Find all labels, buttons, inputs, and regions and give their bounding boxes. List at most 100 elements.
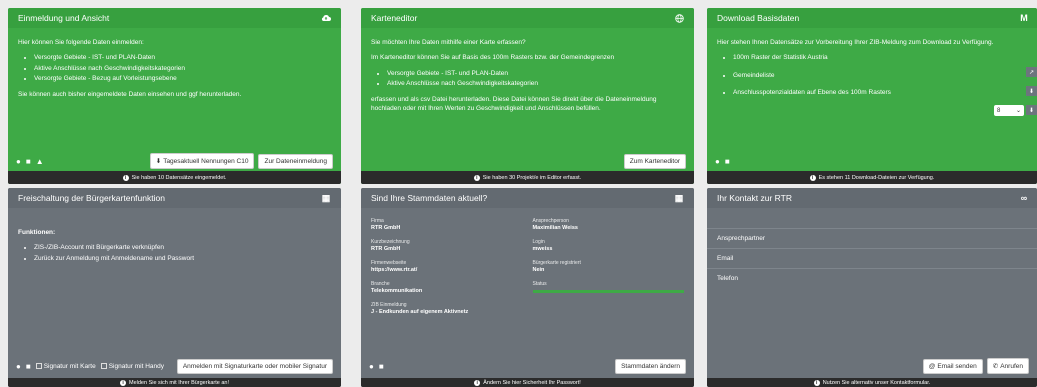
footer-icons: ● ■ [715,157,730,166]
info-icon: i [809,174,816,181]
card-title: Einmeldung und Ansicht [18,13,110,23]
card-footer: ● ■ Stammdaten ändern [361,356,694,376]
card-body: Funktionen: ZIS-/ZIB-Account mit Bürgerk… [8,208,341,263]
field-zib-einmeldung: ZIB Einmeldung J - Endkunden auf eigenem… [371,302,684,315]
status-text: Sie haben 30 Projekt/e im Editor erfasst… [482,174,582,181]
card-body: Hier können Sie folgende Daten einmelden… [8,28,341,99]
card-header: Einmeldung und Ansicht [8,8,341,28]
status-text: Sie haben 10 Datensätze eingemeldet. [131,174,227,181]
field-login: Login mweiss [533,239,685,252]
field-value: RTR GmbH [371,225,401,231]
anrufen-button[interactable]: ✆ Anrufen [986,358,1029,374]
functions-list: ZIS-/ZIB-Account mit Bürgerkarte verknüp… [18,243,331,263]
card-title: Karteneditor [371,13,418,23]
contact-row: Email [707,248,1037,268]
intro-text: Hier stehen Ihnen Datensätze zur Vorbere… [717,39,994,46]
field-ansprechperson: Ansprechperson Maximilian Weiss [533,218,685,231]
field-label: Bürgerkarte registriert [532,260,581,266]
field-label: ZIB Einmeldung [371,302,407,308]
card-title: Download Basisdaten [717,13,800,23]
info-icon: i [813,379,820,386]
info-icon: i [474,379,481,386]
signatur-login-button[interactable]: Anmelden mit Signaturkarte oder mobiler … [176,358,333,374]
download-anschlusspotenzial-button[interactable]: ⬇ [1026,105,1037,115]
raster-select[interactable]: 8 ⌄ [994,105,1024,116]
external-link-button[interactable]: ↗ [1026,67,1037,77]
dateneinmeldung-button[interactable]: Zur Dateneinmeldung [258,153,333,169]
signatur-handy-image: Signatur mit Handy [100,362,164,370]
info-icon: i [122,174,129,181]
lock-icon: ▲ [35,156,44,166]
field-label: Firma [371,218,384,224]
card-stammdaten: Sind Ihre Stammdaten aktuell? ▦ Firma RT… [361,188,694,387]
field-value: Nein [532,267,545,273]
field-label: Status [532,281,547,287]
signatur-karte-image: Signatur mit Karte [35,362,96,370]
feature-list: Versorgte Gebiete - IST- und PLAN-Daten … [371,69,684,89]
card-body: Hier stehen Ihnen Datensätze zur Vorbere… [707,28,1037,98]
id-card-icon: ■ [724,156,730,166]
button-label: Anrufen [1000,362,1023,370]
field-label: Kurzbezeichnung [371,239,410,245]
footer-icons: ● ■ Signatur mit Karte Signatur mit Hand… [16,362,164,371]
chevron-down-icon: ⌄ [1015,108,1021,114]
list-item: 100m Raster der Statistik Austria [733,53,1027,62]
intro-text: Hier können Sie folgende Daten einmelden… [18,39,144,46]
card-header: Karteneditor [361,8,694,28]
globe-icon [674,13,684,23]
status-indicator [532,290,684,293]
outro-text: erfassen und als csv Datei herunterladen… [371,95,657,113]
info-icon: i [120,379,127,386]
card-footer: ● ■ ▲ ⬇ Tagesaktuell Nennungen C10 Zur D… [8,151,341,171]
status-bar: i Sie haben 30 Projekt/e im Editor erfas… [361,171,694,184]
stammdaten-aendern-button[interactable]: Stammdaten ändern [615,358,686,374]
card-kontakt: Ihr Kontakt zur RTR ∞ Ansprechpartner Em… [707,188,1037,387]
button-label: Tagesaktuell Nennungen C10 [163,157,249,165]
karteneditor-button[interactable]: Zum Karteneditor [623,153,686,169]
field-value: mweiss [532,246,553,252]
field-branche: Branche Telekommunikation [371,281,523,294]
broken-image-icon [35,363,42,369]
image-alt-text: Signatur mit Handy [108,362,164,370]
list-item: Versorgte Gebiete - IST- und PLAN-Daten [387,69,684,78]
image-alt-text: Signatur mit Karte [43,362,96,370]
card-karteneditor: Karteneditor Sie möchten Ihre Daten mith… [361,8,694,184]
intro-text-2: Im Karteneditor können Sie auf Basis des… [371,54,615,62]
download-gemeindeliste-button[interactable]: ⬇ [1026,86,1037,96]
field-kurzbezeichnung: Kurzbezeichnung RTR GmbH [371,239,523,252]
field-firma: Firma RTR GmbH [371,218,523,231]
footer-icons: ● ■ ▲ [16,157,44,166]
status-bar: i Ändern Sie hier Sicherheit Ihr Passwor… [361,378,694,387]
cloud-upload-icon [321,13,331,23]
address-book-icon: ▦ [674,192,684,203]
field-firmenwebseite: Firmenwebseite https://www.rtr.at/ [371,260,523,273]
status-text: Melden Sie sich mit Ihrer Bürgerkarte an… [129,379,229,386]
status-bar: i Sie haben 10 Datensätze eingemeldet. [8,171,341,184]
status-text: Es stehen 11 Download-Dateien zur Verfüg… [818,174,935,181]
phone-icon: ✆ [992,363,999,370]
contact-list: Ansprechpartner Email Telefon [707,228,1037,288]
status-text: Nutzen Sie alternativ unser Kontaktformu… [822,379,931,386]
card-header: Freischaltung der Bürgerkartenfunktion ▦ [8,188,341,208]
card-title: Ihr Kontakt zur RTR [717,193,792,203]
id-card-icon: ▦ [321,192,331,203]
contact-row: Telefon [707,268,1037,288]
card-header: Ihr Kontakt zur RTR ∞ [707,188,1037,208]
field-label: Firmenwebseite [371,260,407,266]
download-nennungen-button[interactable]: ⬇ Tagesaktuell Nennungen C10 [149,153,255,169]
download-icon: ⬇ [155,158,162,165]
field-value: https://www.rtr.at/ [371,267,418,273]
select-value: 8 [997,107,1001,114]
card-footer: ● ■ Signatur mit Karte Signatur mit Hand… [8,356,341,376]
card-header: Download Basisdaten M [707,8,1037,28]
id-card-icon: ■ [25,156,31,166]
list-item: ZIS-/ZIB-Account mit Bürgerkarte verknüp… [34,243,331,252]
status-bar: i Nutzen Sie alternativ unser Kontaktfor… [707,378,1037,387]
user-icon: ● [16,361,21,371]
card-download-basisdaten: Download Basisdaten M Hier stehen Ihnen … [707,8,1037,184]
email-senden-button[interactable]: @ Email senden [922,358,983,374]
list-item: Aktive Anschlüsse nach Geschwindigkeitsk… [387,79,684,88]
field-label: Login [532,239,545,245]
button-label: Email senden [937,362,977,370]
card-title: Sind Ihre Stammdaten aktuell? [371,193,488,203]
